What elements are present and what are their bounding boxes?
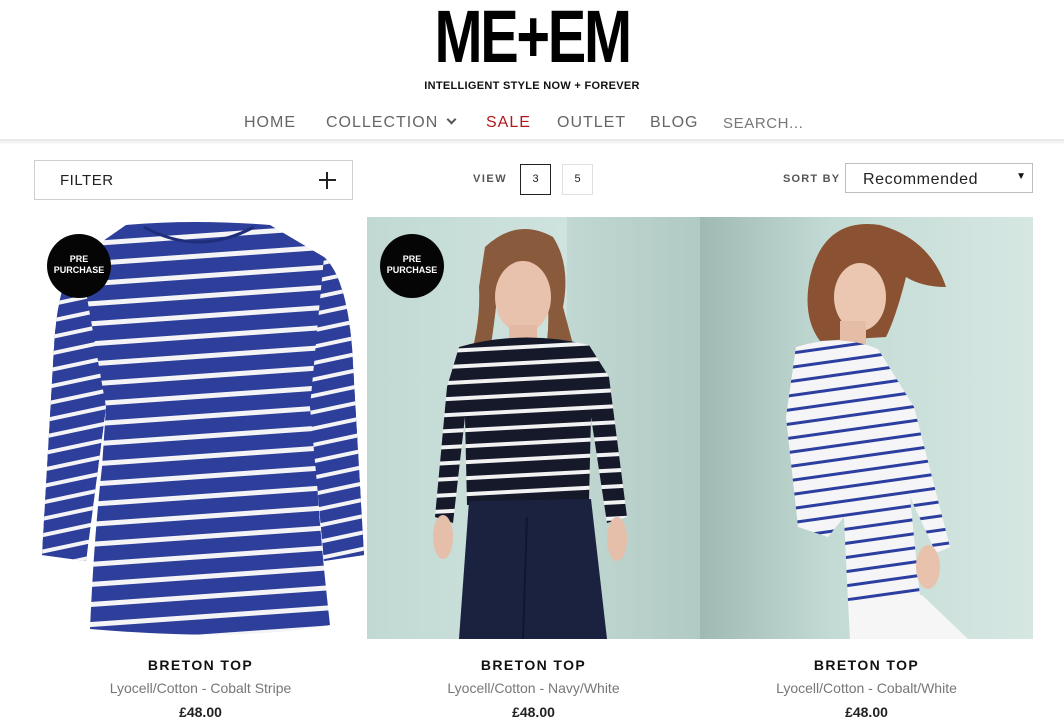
sort-value: Recommended: [863, 171, 979, 188]
product-price: £48.00: [179, 704, 222, 719]
main-nav: HOME COLLECTION SALE OUTLET BLOG: [0, 114, 1064, 136]
pre-purchase-badge: PRE PURCHASE: [47, 234, 111, 298]
plus-icon: [319, 172, 336, 189]
filter-toggle[interactable]: FILTER: [34, 160, 353, 200]
filter-label: FILTER: [60, 172, 114, 189]
product-name[interactable]: BRETON TOP: [34, 657, 367, 673]
nav-home[interactable]: HOME: [244, 114, 296, 132]
view-3-button[interactable]: 3: [520, 164, 551, 195]
product-name[interactable]: BRETON TOP: [700, 657, 1033, 673]
sort-select[interactable]: Recommended ▼: [845, 163, 1033, 193]
chevron-down-icon: [446, 114, 457, 125]
product-variant: Lyocell/Cotton - Cobalt/White: [776, 680, 957, 696]
nav-collection-label: COLLECTION: [326, 114, 439, 131]
pre-purchase-badge: PRE PURCHASE: [380, 234, 444, 298]
product-image[interactable]: PRE PURCHASE: [34, 217, 367, 639]
cobalt-white-top-image: [700, 217, 1033, 639]
product-variant: Lyocell/Cotton - Cobalt Stripe: [109, 680, 292, 696]
logo-text: ME+EM: [434, 0, 632, 78]
badge-line1: PRE: [69, 254, 89, 264]
nav-blog[interactable]: BLOG: [650, 114, 698, 132]
nav-collection[interactable]: COLLECTION: [326, 114, 457, 132]
sort-label: SORT BY: [783, 173, 841, 185]
product-image[interactable]: [700, 217, 1033, 639]
view-label: VIEW: [473, 173, 508, 185]
product-image[interactable]: PRE PURCHASE: [367, 217, 700, 639]
caret-down-icon: ▼: [1016, 171, 1026, 182]
badge-line2: PURCHASE: [386, 265, 438, 275]
product-price: £48.00: [512, 704, 555, 719]
badge-line1: PRE: [402, 254, 422, 264]
tagline: INTELLIGENT STYLE NOW + FOREVER: [424, 80, 640, 92]
product-price: £48.00: [845, 704, 888, 719]
badge-line2: PURCHASE: [53, 265, 105, 275]
product-variant: Lyocell/Cotton - Navy/White: [447, 680, 620, 696]
product-name[interactable]: BRETON TOP: [367, 657, 700, 673]
brand-logo[interactable]: ME+EM: [0, 0, 1064, 78]
view-5-button[interactable]: 5: [562, 164, 593, 195]
header-divider: [0, 139, 1064, 145]
search-input[interactable]: SEARCH...: [723, 115, 803, 132]
nav-outlet[interactable]: OUTLET: [557, 114, 626, 132]
nav-sale[interactable]: SALE: [486, 114, 531, 132]
